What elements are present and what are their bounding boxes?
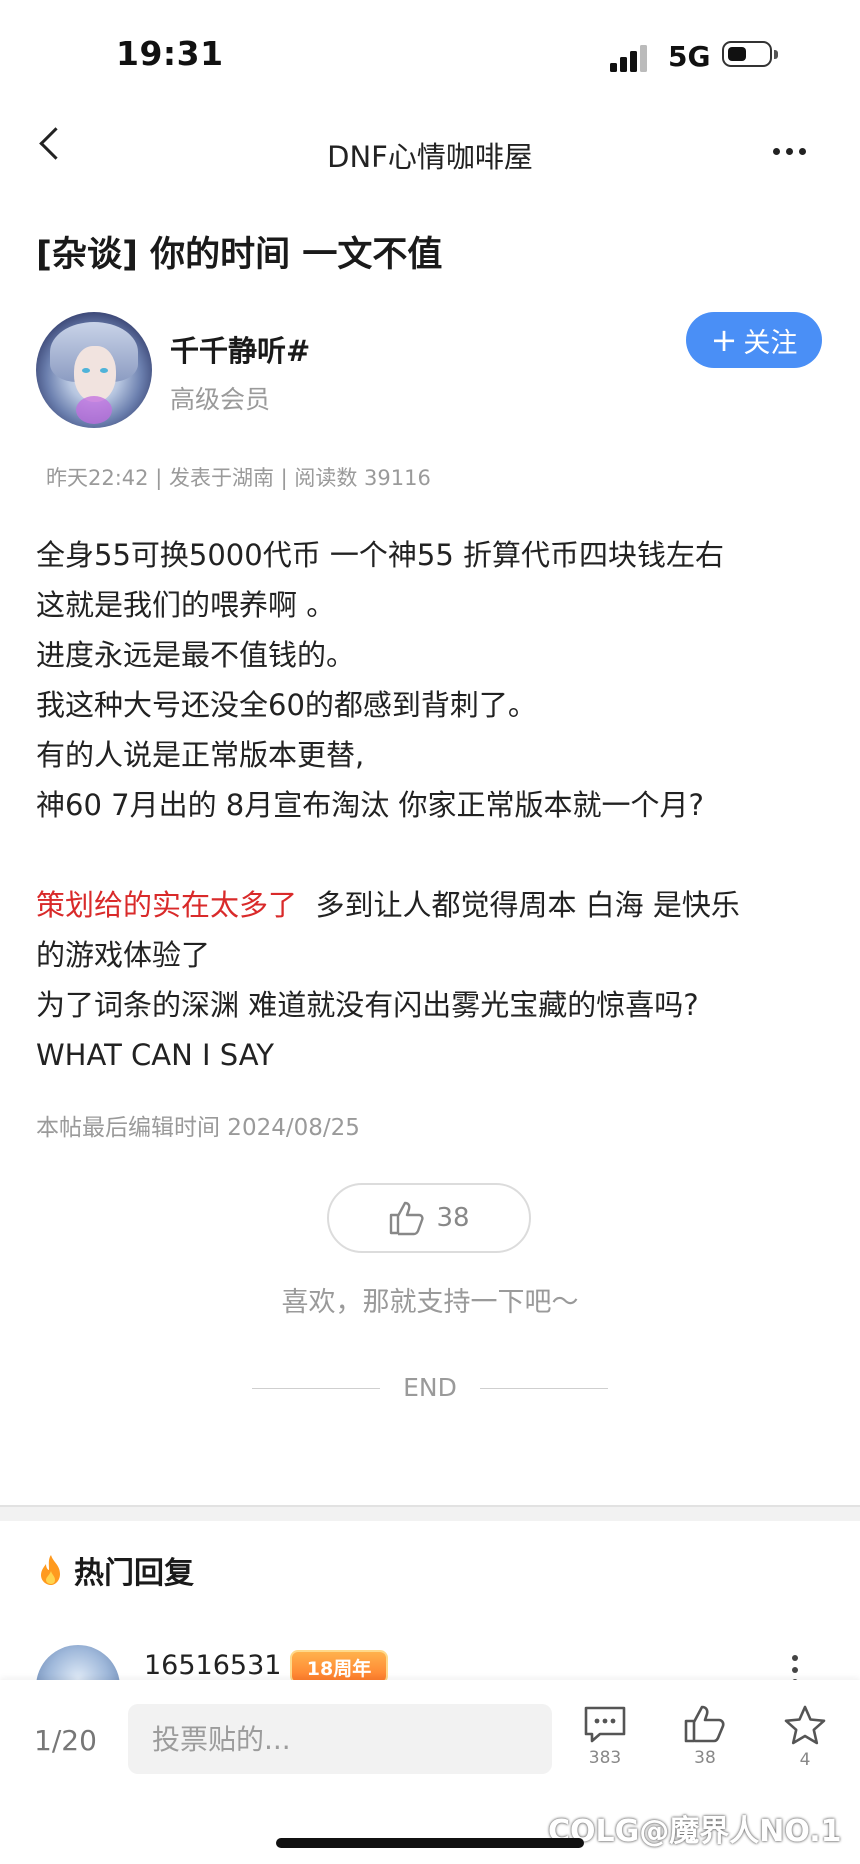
author-level: 高级会员: [170, 385, 271, 414]
comment-icon: [584, 1706, 626, 1743]
body-line: 有的人说是正常版本更替,: [36, 738, 365, 772]
post-title: [杂谈] 你的时间 一文不值: [36, 235, 443, 275]
star-icon: [784, 1705, 826, 1745]
body-line: 这就是我们的喂养啊 。: [36, 588, 336, 622]
edit-time: 本帖最后编辑时间 2024/08/25: [36, 1115, 360, 1141]
battery-icon: [722, 41, 780, 71]
section-divider: [0, 1505, 860, 1521]
author-name[interactable]: 千千静听#: [170, 328, 310, 370]
anniversary-badge: 18周年: [290, 1650, 388, 1684]
support-text: 喜欢，那就支持一下吧～: [281, 1287, 579, 1318]
comment-count: 383: [588, 1748, 622, 1768]
signal-icon: [610, 42, 652, 72]
follow-button[interactable]: + 关注: [686, 312, 822, 368]
home-indicator: [276, 1838, 584, 1848]
author-avatar[interactable]: [36, 312, 152, 428]
like-button[interactable]: 38: [327, 1183, 531, 1253]
like-bottom-count: 38: [694, 1748, 716, 1768]
thumbs-up-icon: [684, 1705, 725, 1743]
favorite-count: 4: [799, 1750, 811, 1770]
watermark: COLG@魔界人NO.1: [548, 1814, 842, 1849]
hot-replies-title: 热门回复: [74, 1556, 194, 1591]
highlighted-text: 策划给的实在太多了: [36, 888, 298, 922]
fire-icon: [41, 1555, 60, 1585]
post-body: 全身55可换5000代币 一个神55 折算代币四块钱左右 这就是我们的喂养啊 。…: [36, 530, 826, 1080]
post-meta: 昨天22:42 | 发表于湖南 | 阅读数 39116: [46, 466, 431, 490]
like-count: 38: [436, 1203, 470, 1233]
body-line: 神60 7月出的 8月宣布淘汰 你家正常版本就一个月?: [36, 788, 704, 822]
body-line: 为了词条的深渊 难道就没有闪出雾光宝藏的惊喜吗?: [36, 988, 699, 1022]
hot-replies-header: 热门回复: [36, 1548, 194, 1592]
reply-username[interactable]: 16516531: [144, 1650, 281, 1681]
body-line: 策划给的实在太多了 多到让人都觉得周本 白海 是快乐: [36, 880, 826, 930]
page-indicator[interactable]: 1/20: [34, 1724, 97, 1757]
body-line: 进度永远是最不值钱的。: [36, 638, 356, 672]
body-line: WHAT CAN I SAY: [36, 1038, 275, 1072]
body-line: 我这种大号还没全60的都感到背刺了。: [36, 688, 537, 722]
end-marker: END: [403, 1373, 457, 1402]
follow-label: 关注: [743, 327, 798, 359]
body-line: 全身55可换5000代币 一个神55 折算代币四块钱左右: [36, 538, 725, 572]
nav-title: DNF心情咖啡屋: [327, 140, 533, 174]
comments-button[interactable]: 383: [570, 1704, 640, 1768]
body-line: 的游戏体验了: [36, 938, 211, 972]
body-text: 多到让人都觉得周本 白海 是快乐: [297, 888, 740, 922]
status-time: 19:31: [116, 34, 224, 73]
network-type: 5G: [668, 40, 711, 73]
like-bottom-button[interactable]: 38: [670, 1704, 740, 1768]
more-options-icon[interactable]: [773, 148, 807, 156]
plus-icon: +: [710, 321, 738, 359]
thumbs-up-icon: [390, 1201, 425, 1236]
favorite-button[interactable]: 4: [770, 1704, 840, 1770]
reply-input[interactable]: [128, 1704, 552, 1774]
